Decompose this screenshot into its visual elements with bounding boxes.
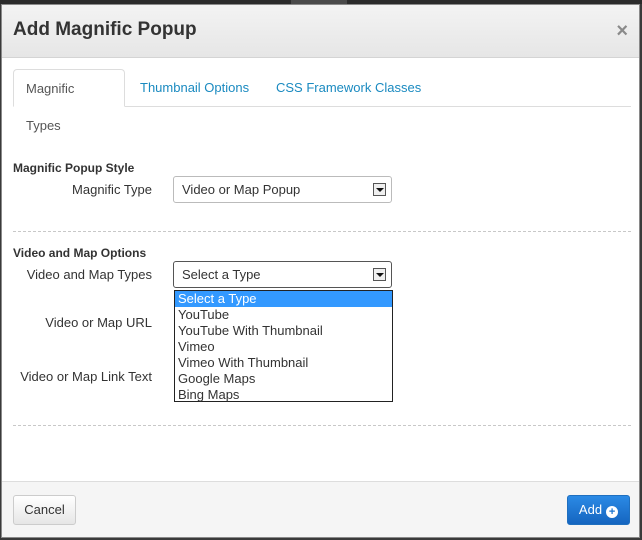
tab-thumbnail-options[interactable]: Thumbnail Options [140,69,249,106]
section-divider [13,425,631,426]
tab-magnific-types[interactable]: Magnific Types [13,69,125,133]
section-divider [13,231,631,232]
dialog-header: Add Magnific Popup × [2,5,639,58]
add-button[interactable]: Add + [567,495,630,525]
video-map-link-text-label: Video or Map Link Text [20,369,152,384]
dialog-title: Add Magnific Popup [13,19,197,40]
dropdown-option[interactable]: Select a Type [175,291,392,307]
dropdown-option[interactable]: YouTube [175,307,392,323]
magnific-type-select[interactable]: Video or Map Popup [173,176,392,203]
magnific-popup-style-heading: Magnific Popup Style [13,161,135,175]
video-map-types-select[interactable]: Select a Type [173,261,392,288]
close-icon[interactable]: × [616,21,628,41]
magnific-popup-dialog: Add Magnific Popup × Magnific Types Thum… [1,4,640,538]
magnific-type-value: Video or Map Popup [182,182,301,197]
dropdown-option[interactable]: YouTube With Thumbnail [175,323,392,339]
dialog-footer: Cancel Add + [2,481,639,537]
magnific-type-label: Magnific Type [72,182,152,197]
tab-css-framework-classes[interactable]: CSS Framework Classes [276,69,421,106]
chevron-down-icon [373,268,386,281]
tab-bar: Magnific Types Thumbnail Options CSS Fra… [13,69,631,133]
plus-circle-icon: + [606,506,619,518]
video-map-types-label: Video and Map Types [26,267,152,282]
add-button-label: Add [578,502,603,517]
dropdown-option[interactable]: Bing Maps [175,387,392,403]
chevron-down-icon [373,183,386,196]
video-map-types-dropdown: Select a Type YouTube YouTube With Thumb… [174,290,393,402]
dropdown-option[interactable]: Vimeo With Thumbnail [175,355,392,371]
video-map-types-value: Select a Type [182,267,261,282]
dropdown-option[interactable]: Google Maps [175,371,392,387]
video-map-options-heading: Video and Map Options [13,246,147,260]
video-map-url-label: Video or Map URL [45,315,152,330]
cancel-button[interactable]: Cancel [13,495,76,525]
dropdown-option[interactable]: Vimeo [175,339,392,355]
